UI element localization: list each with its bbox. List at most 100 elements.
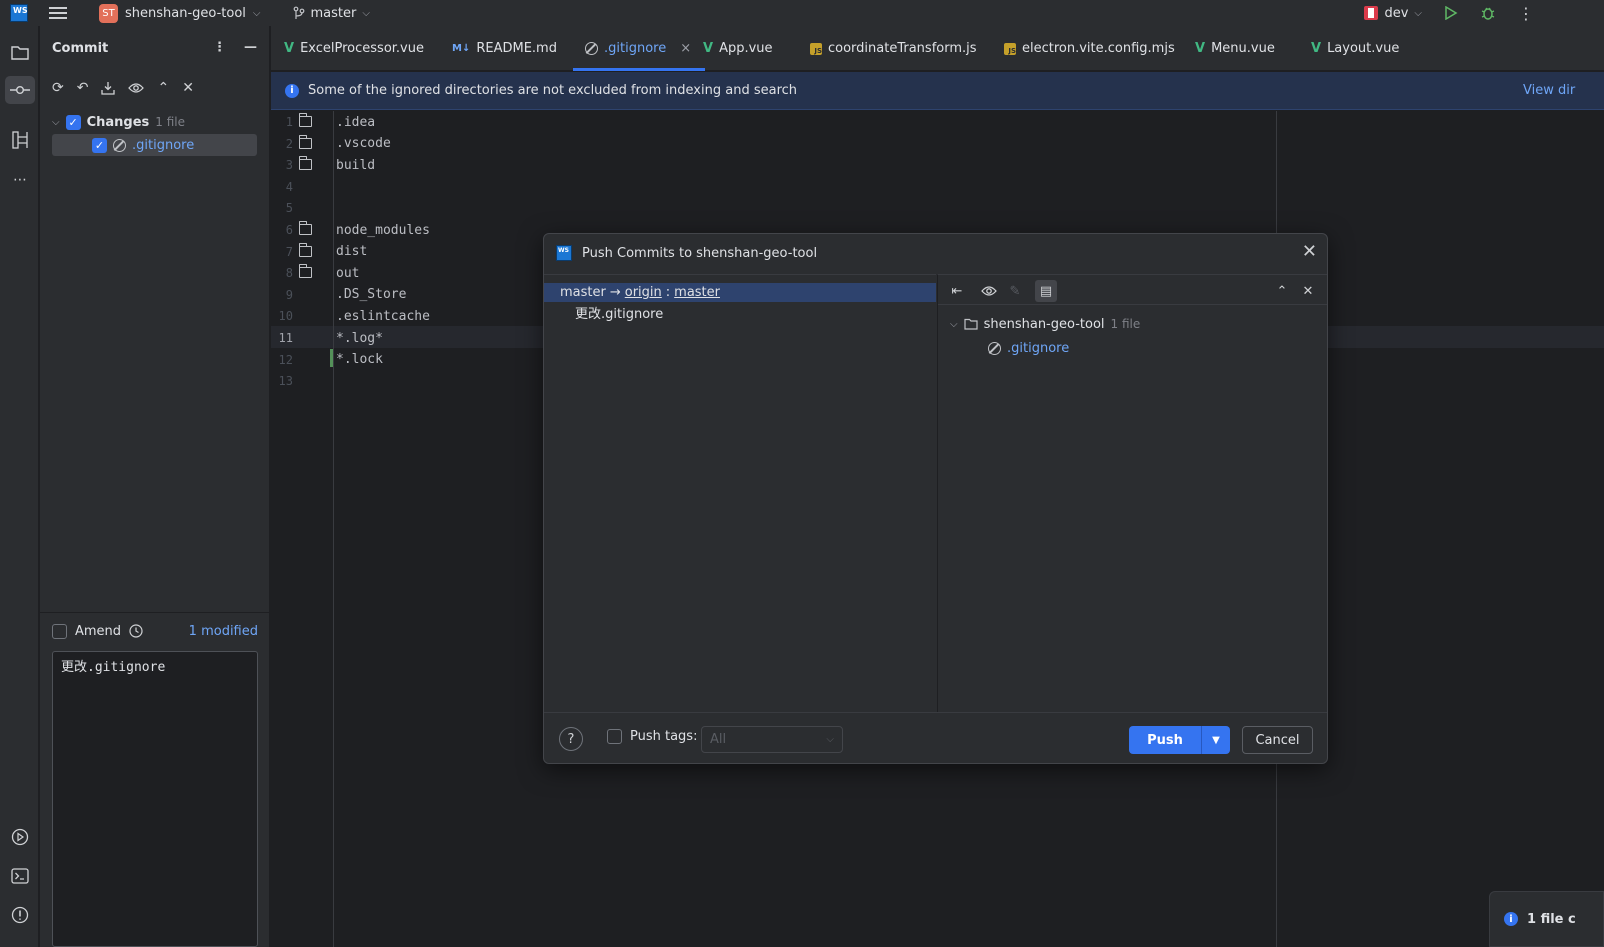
problems-icon[interactable]: [5, 901, 35, 929]
changed-file-row[interactable]: ✓ .gitignore: [52, 134, 257, 156]
chevron-down-icon: ⌵: [826, 734, 834, 745]
project-selector[interactable]: ST shenshan-geo-tool ⌵: [99, 3, 261, 23]
push-options-chevron-icon[interactable]: ▼: [1202, 735, 1230, 746]
tab-readme[interactable]: M↓ README.md: [452, 26, 557, 71]
tab-gitignore[interactable]: .gitignore ×: [572, 26, 706, 71]
tab-electron-vite-config[interactable]: JS electron.vite.config.mjs: [1004, 26, 1175, 71]
code-line[interactable]: 2 .vscode: [271, 133, 871, 155]
branch-name: master: [310, 5, 357, 21]
arrow-icon: →: [609, 285, 621, 300]
branch-selector[interactable]: master ⌵: [293, 6, 370, 21]
changed-file-row[interactable]: .gitignore: [988, 337, 1069, 359]
tab-label: Menu.vue: [1211, 41, 1275, 56]
project-folder-icon[interactable]: [5, 38, 35, 66]
changes-group-row[interactable]: ⌵ ✓ Changes 1 file: [52, 111, 185, 133]
chevron-down-icon[interactable]: ⌵: [950, 319, 958, 330]
commit-row[interactable]: 更改.gitignore: [575, 303, 663, 322]
collapse-all-icon[interactable]: ✕: [1297, 280, 1319, 302]
close-tab-icon[interactable]: ×: [680, 41, 691, 56]
changed-file-name: .gitignore: [1007, 340, 1070, 356]
editor-tabs: V ExcelProcessor.vue M↓ README.md .gitig…: [271, 26, 1604, 71]
run-configuration-selector[interactable]: dev ⌵: [1364, 6, 1422, 21]
history-icon[interactable]: [129, 624, 143, 638]
help-icon[interactable]: ?: [559, 727, 583, 751]
code-line[interactable]: 4: [271, 176, 871, 198]
cancel-button[interactable]: Cancel: [1242, 726, 1313, 754]
repo-node[interactable]: ⌵ shenshan-geo-tool 1 file: [950, 313, 1140, 335]
push-button-label[interactable]: Push: [1129, 733, 1201, 748]
webstorm-logo-icon[interactable]: WS: [10, 4, 28, 22]
banner-message: Some of the ignored directories are not …: [308, 83, 798, 98]
commit-panel-title: Commit: [52, 41, 109, 56]
target-branch-link[interactable]: master: [674, 285, 720, 300]
tags-select-value: All: [710, 732, 727, 747]
tab-excelprocessor[interactable]: V ExcelProcessor.vue: [284, 26, 424, 71]
show-diff-icon[interactable]: [978, 280, 1000, 302]
vue-icon: V: [1195, 41, 1206, 56]
update-project-icon[interactable]: [101, 81, 116, 95]
show-diff-icon[interactable]: [128, 82, 145, 94]
push-commits-dialog: WS Push Commits to shenshan-geo-tool ✕ m…: [543, 233, 1328, 764]
commit-message-input[interactable]: 更改.gitignore: [52, 651, 258, 947]
file-checkbox[interactable]: ✓: [92, 137, 107, 153]
edit-source-icon[interactable]: ✎: [1004, 280, 1026, 302]
notification-balloon[interactable]: i 1 file c: [1489, 891, 1604, 947]
view-directories-link[interactable]: View dir: [1523, 83, 1575, 98]
push-target-row[interactable]: master → origin : master: [544, 283, 936, 302]
folder-icon: [299, 113, 312, 127]
remote-link[interactable]: origin: [625, 285, 662, 300]
tab-label: electron.vite.config.mjs: [1022, 41, 1175, 56]
line-number: 10: [278, 309, 293, 324]
notification-text: 1 file c: [1527, 911, 1576, 927]
main-menu-icon[interactable]: [49, 7, 67, 19]
tab-layout[interactable]: V Layout.vue: [1311, 26, 1399, 71]
code-text: .eslintcache: [336, 308, 430, 324]
tags-select[interactable]: All ⌵: [701, 726, 843, 753]
code-line[interactable]: 5: [271, 197, 871, 219]
collapse-all-icon[interactable]: ✕: [182, 80, 194, 96]
structure-icon[interactable]: [5, 126, 35, 154]
minimize-icon[interactable]: —: [244, 40, 257, 55]
commit-icon[interactable]: [5, 76, 35, 104]
code-line[interactable]: 3 build: [271, 154, 871, 176]
expand-all-icon[interactable]: ⌃: [1271, 280, 1293, 302]
folder-icon: [299, 221, 312, 235]
options-icon[interactable]: ⋮: [213, 40, 226, 55]
amend-label[interactable]: Amend: [75, 624, 121, 639]
chevron-down-icon[interactable]: ⌵: [52, 117, 60, 128]
more-options-icon[interactable]: ⋮: [1518, 4, 1534, 23]
terminal-icon[interactable]: [5, 862, 35, 890]
line-number: 13: [278, 374, 293, 389]
compare-icon[interactable]: ⇤: [946, 280, 968, 302]
push-tags-checkbox[interactable]: [607, 729, 622, 744]
modified-count-link[interactable]: 1 modified: [189, 624, 258, 639]
dialog-footer: ? Push tags: All ⌵ Push ▼ Cancel: [544, 712, 1327, 763]
dialog-title-bar: WS Push Commits to shenshan-geo-tool ✕: [544, 234, 1327, 272]
group-by-icon[interactable]: ▤: [1035, 280, 1057, 302]
services-icon[interactable]: [5, 823, 35, 851]
tab-menu[interactable]: V Menu.vue: [1195, 26, 1275, 71]
amend-row: Amend 1 modified: [52, 620, 258, 642]
changes-toolbar: ⇤ ✎ ▤ ⌃ ✕: [938, 275, 1327, 305]
expand-all-icon[interactable]: ⌃: [157, 80, 169, 96]
folder-icon: [299, 264, 312, 279]
line-number: 1: [285, 115, 293, 129]
code-line[interactable]: 1 .idea: [271, 111, 871, 133]
push-tags-label[interactable]: Push tags:: [630, 729, 697, 744]
amend-checkbox[interactable]: [52, 623, 67, 639]
chevron-down-icon: ⌵: [362, 7, 370, 19]
tab-app[interactable]: V App.vue: [703, 26, 773, 71]
close-icon[interactable]: ✕: [1302, 243, 1317, 261]
vue-icon: V: [284, 41, 295, 56]
debug-icon[interactable]: [1480, 5, 1496, 21]
code-text: out: [336, 265, 360, 281]
tab-coordinatetransform[interactable]: JS coordinateTransform.js: [810, 26, 977, 71]
changes-count: 1 file: [155, 115, 186, 129]
vue-icon: V: [703, 41, 714, 56]
more-tools-icon[interactable]: ⋯: [5, 166, 35, 194]
changes-checkbox[interactable]: ✓: [65, 114, 81, 130]
push-button[interactable]: Push ▼: [1129, 726, 1230, 754]
rollback-icon[interactable]: ↶: [77, 80, 89, 96]
refresh-icon[interactable]: ⟳: [52, 80, 64, 96]
run-icon[interactable]: [1444, 6, 1458, 20]
